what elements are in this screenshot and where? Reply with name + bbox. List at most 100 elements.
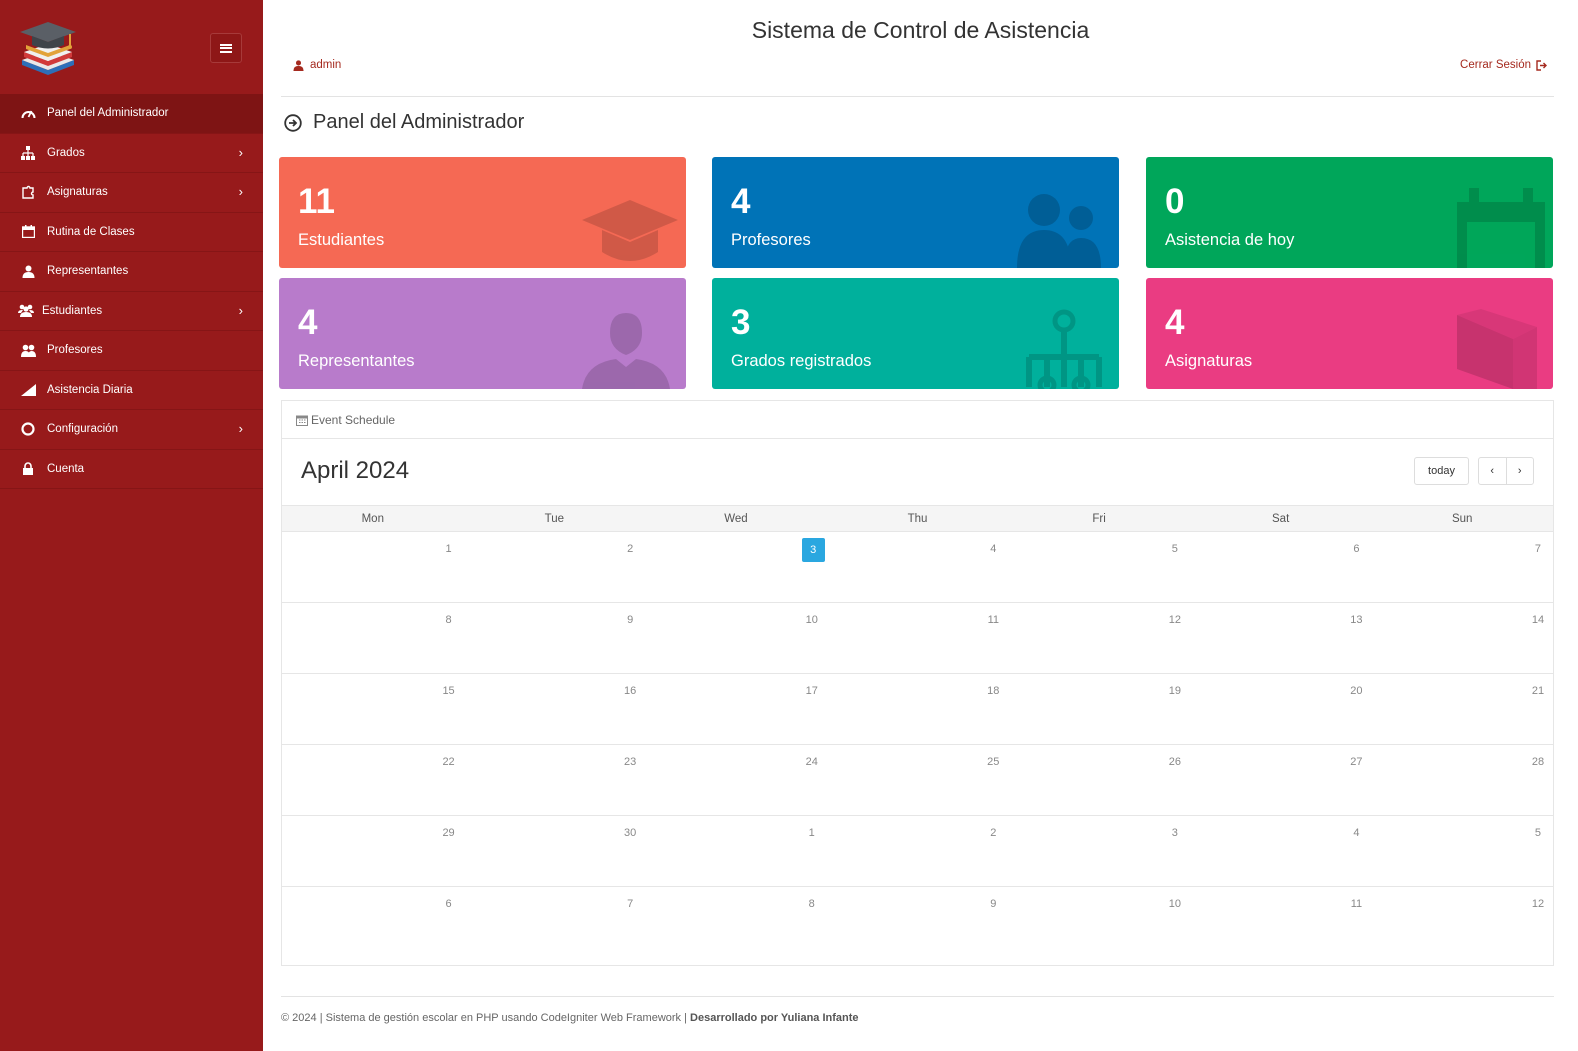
calendar-week: 8 9 10 11 12 13 14 [282,603,1553,674]
day-number: 17 [805,685,818,697]
calendar-day[interactable]: 16 [464,674,646,744]
calendar-day[interactable]: 20 [1190,674,1372,744]
day-number: 3 [801,538,825,562]
card-representantes[interactable]: 4 Representantes [279,278,686,389]
day-number: 22 [442,756,455,768]
calendar-icon [296,415,308,426]
calendar-day[interactable]: 29 [282,816,464,886]
app-title: Sistema de Control de Asistencia [751,17,1090,43]
calendar-day[interactable]: 5 [1008,532,1190,602]
calendar-day[interactable]: 11 [1190,887,1372,958]
sidebar-item-label: Asignaturas [47,186,108,199]
sidebar: Panel del Administrador Grados › Asignat… [0,0,263,1051]
card-label: Profesores [731,231,811,249]
calendar-day[interactable]: 7 [464,887,646,958]
sidebar-item-rutina[interactable]: Rutina de Clases [0,213,263,252]
user-icon [20,264,36,278]
weekday-label: Tue [544,512,565,525]
calendar-day[interactable]: 22 [282,745,464,815]
calendar-day[interactable]: 11 [827,603,1009,673]
sidebar-header [0,0,263,94]
next-month-button[interactable]: › [1507,458,1534,484]
calendar-day[interactable]: 4 [1190,816,1372,886]
sidebar-item-representantes[interactable]: Representantes [0,252,263,292]
card-label: Asistencia de hoy [1165,231,1295,249]
card-profesores[interactable]: 4 Profesores [712,157,1119,268]
calendar-week: 15 16 17 18 19 20 21 [282,674,1553,745]
day-number: 19 [1168,685,1181,697]
prev-month-button[interactable]: ‹ [1479,458,1507,484]
calendar-day[interactable]: 18 [827,674,1009,744]
card-grados[interactable]: 3 Grados registrados [712,278,1119,389]
calendar-day[interactable]: 26 [1008,745,1190,815]
card-estudiantes[interactable]: 11 Estudiantes [279,157,686,268]
day-number: 5 [1534,827,1542,839]
sidebar-item-estudiantes[interactable]: Estudiantes › [0,292,263,331]
calendar-day[interactable]: 9 [827,887,1009,958]
calendar-week: 1 2 3 4 5 6 7 [282,532,1553,603]
calendar-day[interactable]: 9 [464,603,646,673]
puzzle-icon [20,185,36,199]
calendar-day[interactable]: 6 [282,887,464,958]
calendar-day[interactable]: 14 [1371,603,1553,673]
calendar-day[interactable]: 27 [1190,745,1372,815]
calendar-day[interactable]: 13 [1190,603,1372,673]
day-number: 5 [1171,543,1178,555]
dashboard-icon [20,106,36,120]
calendar-day[interactable]: 4 [827,532,1009,602]
card-value: 3 [731,303,751,342]
calendar-day[interactable]: 2 [464,532,646,602]
calendar-day[interactable]: 8 [282,603,464,673]
sidebar-item-asistencia[interactable]: Asistencia Diaria [0,371,263,410]
event-schedule-panel: Event Schedule April 2024 today ‹ › Mon … [281,400,1554,966]
calendar-day[interactable]: 17 [645,674,827,744]
page-title: Panel del Administrador [284,111,524,134]
weekday-label: Wed [724,512,748,525]
calendar-day[interactable]: 30 [464,816,646,886]
sidebar-item-panel[interactable]: Panel del Administrador [0,94,263,134]
calendar-day[interactable]: 24 [645,745,827,815]
calendar-day-today[interactable]: 3 [645,532,827,602]
user-group-icon [20,343,36,357]
sidebar-item-cuenta[interactable]: Cuenta [0,450,263,489]
day-number: 9 [627,614,634,626]
user-link[interactable]: admin [293,59,341,71]
calendar-day[interactable]: 5 [1371,816,1553,886]
calendar-day[interactable]: 25 [827,745,1009,815]
calendar-day[interactable]: 10 [1008,887,1190,958]
today-button[interactable]: today [1414,457,1469,485]
sidebar-item-asignaturas[interactable]: Asignaturas › [0,173,263,213]
calendar-day[interactable]: 6 [1190,532,1372,602]
calendar-day[interactable]: 23 [464,745,646,815]
sidebar-item-profesores[interactable]: Profesores [0,331,263,371]
sidebar-item-label: Estudiantes [42,304,103,317]
calendar-icon [20,225,36,239]
sidebar-item-configuracion[interactable]: Configuración › [0,410,263,450]
calendar-day[interactable]: 10 [645,603,827,673]
users-icon [1017,194,1101,268]
calendar-day[interactable]: 7 [1371,532,1553,602]
calendar-day[interactable]: 15 [282,674,464,744]
calendar-day[interactable]: 1 [282,532,464,602]
card-asignaturas[interactable]: 4 Asignaturas [1146,278,1553,389]
day-number: 10 [1168,898,1181,910]
calendar-day[interactable]: 21 [1371,674,1553,744]
day-number: 11 [987,614,999,626]
calendar-day[interactable]: 28 [1371,745,1553,815]
day-number: 12 [1531,898,1545,910]
logout-link[interactable]: Cerrar Sesión [1460,59,1548,71]
weekday-label: Thu [907,512,928,525]
calendar-day[interactable]: 2 [827,816,1009,886]
calendar-day[interactable]: 12 [1371,887,1553,958]
sidebar-item-grados[interactable]: Grados › [0,134,263,173]
calendar-day[interactable]: 1 [645,816,827,886]
menu-toggle-button[interactable] [210,33,242,63]
books-logo-icon[interactable] [18,16,78,76]
calendar-day[interactable]: 12 [1008,603,1190,673]
calendar-day[interactable]: 19 [1008,674,1190,744]
day-number: 7 [1534,543,1542,555]
lock-icon [20,462,36,476]
card-asistencia[interactable]: 0 Asistencia de hoy [1146,157,1553,268]
calendar-day[interactable]: 8 [645,887,827,958]
calendar-day[interactable]: 3 [1008,816,1190,886]
